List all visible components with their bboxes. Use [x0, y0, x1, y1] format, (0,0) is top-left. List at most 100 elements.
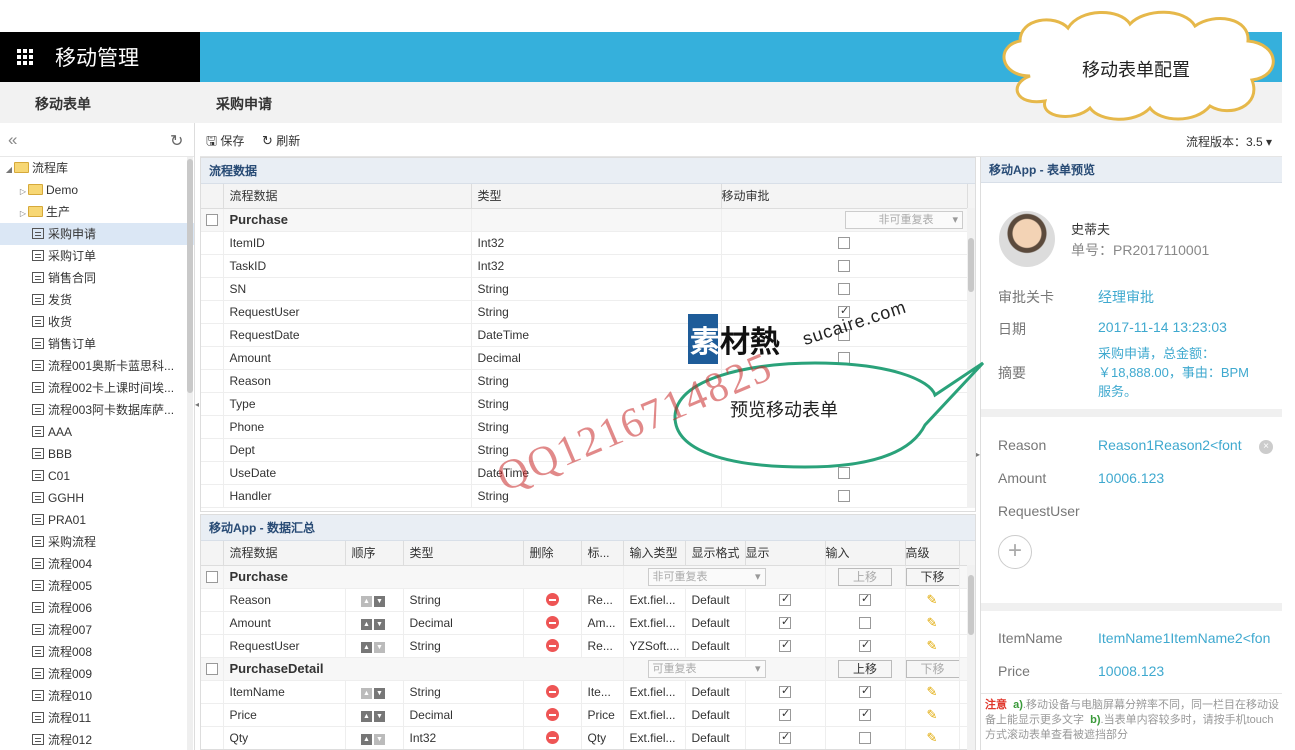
input-checkbox[interactable]: [859, 638, 871, 652]
move-up-button[interactable]: 上移: [838, 659, 892, 678]
tree-item[interactable]: 流程011: [0, 707, 194, 729]
input-checkbox[interactable]: [859, 592, 871, 606]
edit-icon[interactable]: ✎: [927, 592, 938, 607]
delete-icon[interactable]: [545, 615, 559, 629]
mobile-approve-checkbox[interactable]: [838, 259, 850, 272]
refresh-button[interactable]: ↻ 刷新: [262, 132, 300, 149]
app-grid-icon[interactable]: [17, 49, 33, 65]
show-checkbox[interactable]: [779, 592, 791, 606]
delete-icon[interactable]: [545, 638, 559, 652]
tree-item[interactable]: BBB: [0, 443, 194, 465]
move-row-down-icon[interactable]: ▼: [374, 688, 385, 699]
expanded-icon[interactable]: ◢: [4, 159, 14, 179]
tree-item[interactable]: 收货: [0, 311, 194, 333]
tree-item[interactable]: 流程002卡上课时间埃...: [0, 377, 194, 399]
col-header[interactable]: 顺序: [345, 541, 404, 566]
collapsed-icon[interactable]: ▷: [18, 181, 28, 201]
table-type-select[interactable]: 非可重复表: [647, 567, 766, 586]
table-type-select[interactable]: 可重复表: [647, 659, 766, 678]
tree-item[interactable]: 流程010: [0, 685, 194, 707]
move-row-up-icon[interactable]: ▲: [361, 596, 372, 607]
tree-item[interactable]: 流程007: [0, 619, 194, 641]
move-down-button[interactable]: 下移: [905, 659, 958, 678]
clear-icon[interactable]: ×: [1259, 440, 1273, 454]
move-row-down-icon[interactable]: ▼: [374, 711, 385, 722]
col-header[interactable]: 流程数据: [223, 184, 472, 209]
tree-item[interactable]: 采购申请: [0, 223, 194, 245]
col-header[interactable]: 流程数据: [223, 541, 346, 566]
col-header[interactable]: 输入类型: [623, 541, 686, 566]
move-row-up-icon[interactable]: ▲: [361, 711, 372, 722]
move-down-button[interactable]: 下移: [905, 567, 958, 586]
edit-icon[interactable]: ✎: [927, 638, 938, 653]
tree-item[interactable]: 流程012: [0, 729, 194, 750]
mobile-approve-checkbox[interactable]: [838, 282, 850, 295]
move-row-up-icon[interactable]: ▲: [361, 688, 372, 699]
tree-item[interactable]: 流程005: [0, 575, 194, 597]
move-row-down-icon[interactable]: ▼: [374, 619, 385, 630]
tree-item[interactable]: 流程003阿卡数据库萨...: [0, 399, 194, 421]
tree-item[interactable]: ▷ 生产: [0, 201, 194, 223]
show-checkbox[interactable]: [779, 684, 791, 698]
tree-item[interactable]: 流程006: [0, 597, 194, 619]
tree-item[interactable]: 流程009: [0, 663, 194, 685]
edit-icon[interactable]: ✎: [927, 730, 938, 745]
sidebar-scrollbar[interactable]: [187, 157, 193, 750]
group-checkbox[interactable]: [205, 663, 218, 675]
summary-scrollbar[interactable]: [967, 565, 975, 750]
tree-item[interactable]: GGHH: [0, 487, 194, 509]
delete-icon[interactable]: [545, 592, 559, 606]
col-header[interactable]: 删除: [523, 541, 582, 566]
delete-icon[interactable]: [545, 707, 559, 721]
tree-item[interactable]: 流程008: [0, 641, 194, 663]
tree-item[interactable]: 采购订单: [0, 245, 194, 267]
col-header[interactable]: 标...: [581, 541, 624, 566]
mobile-approve-checkbox[interactable]: [838, 236, 850, 249]
group-checkbox[interactable]: [205, 214, 218, 226]
delete-icon[interactable]: [545, 684, 559, 698]
move-row-up-icon[interactable]: ▲: [361, 642, 372, 653]
show-checkbox[interactable]: [779, 615, 791, 629]
save-button[interactable]: 🖫 保存: [206, 132, 244, 154]
table-type-select[interactable]: 非可重复表: [845, 210, 963, 229]
edit-icon[interactable]: ✎: [927, 684, 938, 699]
col-header[interactable]: 显示格式: [685, 541, 746, 566]
move-row-up-icon[interactable]: ▲: [361, 619, 372, 630]
col-header[interactable]: 高级: [905, 541, 960, 566]
tree-item[interactable]: 流程001奥斯卡蓝思科...: [0, 355, 194, 377]
refresh-tree-icon[interactable]: ↻: [170, 131, 183, 151]
input-checkbox[interactable]: [859, 684, 871, 698]
delete-icon[interactable]: [545, 730, 559, 744]
col-header[interactable]: 类型: [403, 541, 524, 566]
move-up-button[interactable]: 上移: [838, 567, 892, 586]
move-row-down-icon[interactable]: ▼: [374, 642, 385, 653]
tree-item[interactable]: 发货: [0, 289, 194, 311]
collapse-sidebar-icon[interactable]: «: [8, 130, 17, 150]
input-checkbox[interactable]: [859, 707, 871, 721]
col-header[interactable]: 移动审批: [721, 184, 968, 209]
add-user-icon[interactable]: +: [998, 535, 1032, 569]
col-header[interactable]: 类型: [471, 184, 722, 209]
move-row-down-icon[interactable]: ▼: [374, 734, 385, 745]
show-checkbox[interactable]: [779, 730, 791, 744]
tree-item[interactable]: ▷ Demo: [0, 179, 194, 201]
input-checkbox[interactable]: [859, 731, 871, 744]
edit-icon[interactable]: ✎: [927, 615, 938, 630]
tree-item[interactable]: 流程004: [0, 553, 194, 575]
tree-item[interactable]: C01: [0, 465, 194, 487]
version-dropdown[interactable]: 流程版本：3.5 ▾: [1186, 133, 1272, 150]
mobile-approve-checkbox[interactable]: [838, 489, 850, 502]
input-checkbox[interactable]: [859, 616, 871, 629]
group-checkbox[interactable]: [205, 571, 218, 583]
show-checkbox[interactable]: [779, 638, 791, 652]
tree-item[interactable]: AAA: [0, 421, 194, 443]
tree-item[interactable]: ◢ 流程库: [0, 157, 194, 179]
move-row-down-icon[interactable]: ▼: [374, 596, 385, 607]
tree-item[interactable]: 采购流程: [0, 531, 194, 553]
show-checkbox[interactable]: [779, 707, 791, 721]
tree-item[interactable]: 销售合同: [0, 267, 194, 289]
col-header[interactable]: 显示: [745, 541, 826, 566]
tree-item[interactable]: PRA01: [0, 509, 194, 531]
tree-item[interactable]: 销售订单: [0, 333, 194, 355]
edit-icon[interactable]: ✎: [927, 707, 938, 722]
